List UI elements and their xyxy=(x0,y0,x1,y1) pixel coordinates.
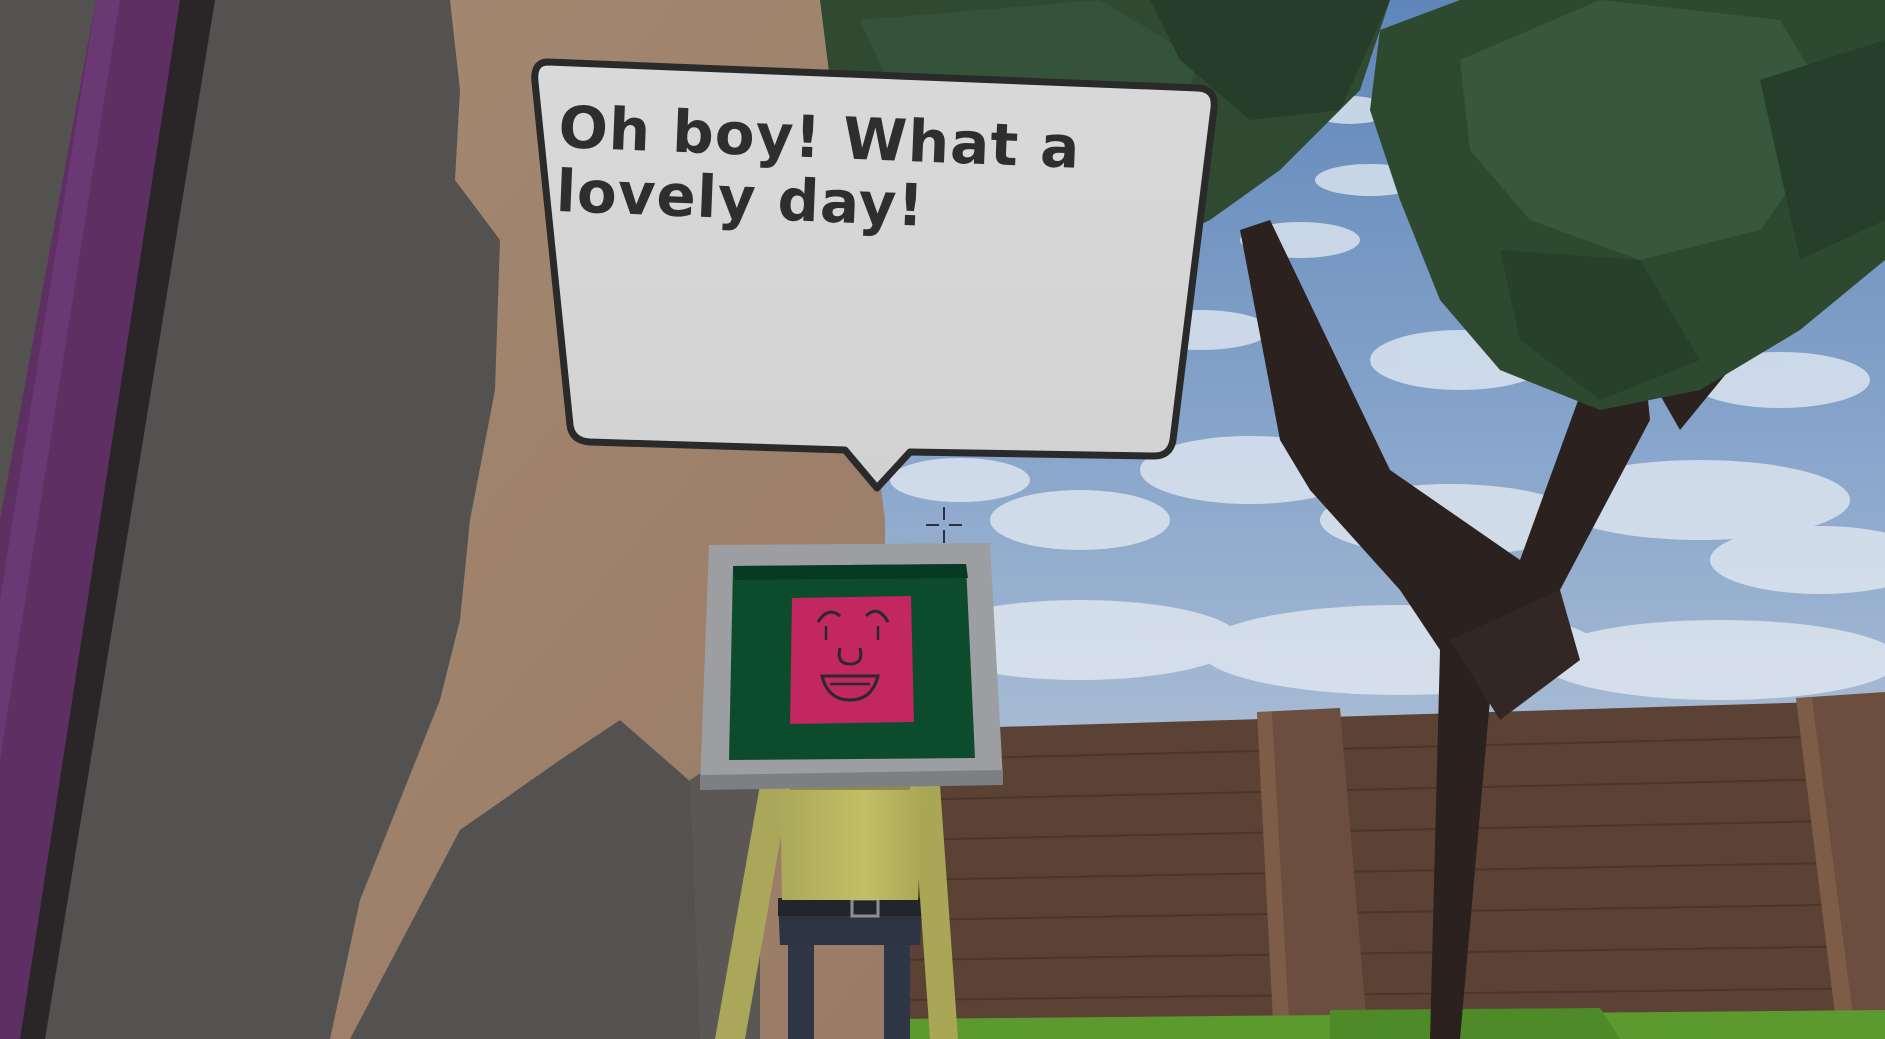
speech-bubble-text: Oh boy! What a lovely day! xyxy=(554,93,1082,240)
character-right-leg xyxy=(884,930,910,1039)
smiley-face-icon xyxy=(790,596,914,724)
wooden-fence xyxy=(899,692,1885,1039)
monitor-head xyxy=(700,543,1003,790)
character-belt xyxy=(778,898,922,916)
character-shirt xyxy=(780,780,922,900)
character-left-leg xyxy=(788,930,814,1039)
